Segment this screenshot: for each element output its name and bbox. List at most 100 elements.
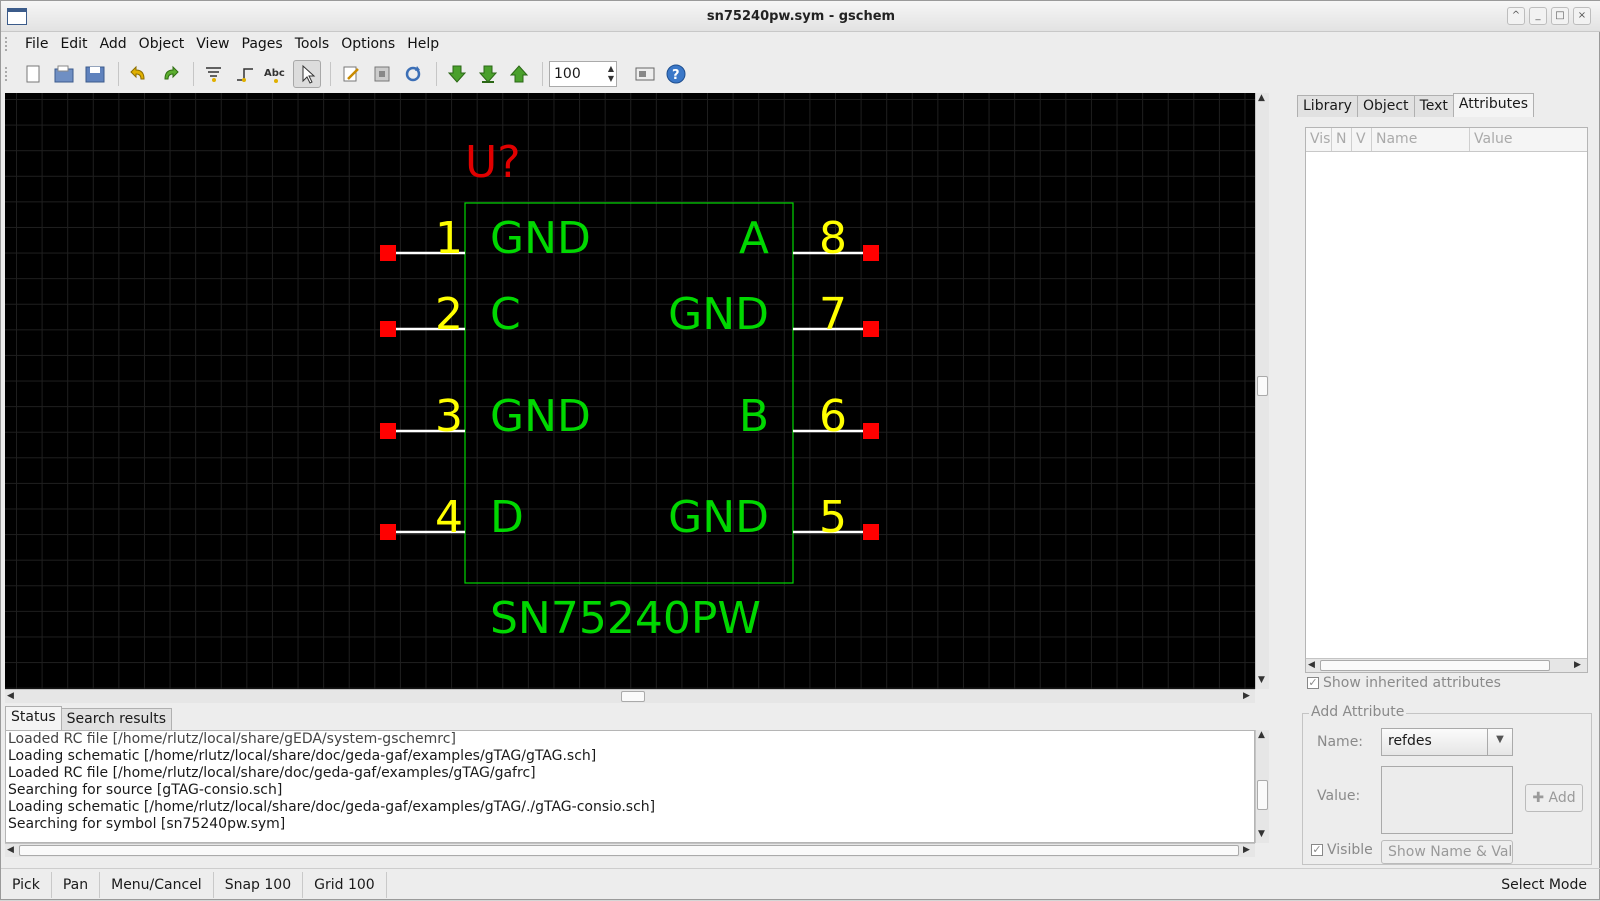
zoom-box-icon[interactable] bbox=[631, 60, 659, 88]
menu-help[interactable]: Help bbox=[401, 36, 445, 52]
scroll-left-icon[interactable]: ◀ bbox=[7, 845, 14, 855]
chevron-down-icon[interactable]: ▼ bbox=[1488, 729, 1512, 755]
open-file-icon[interactable] bbox=[50, 60, 78, 88]
attributes-table[interactable]: Vis N V Name Value ◀ ▶ bbox=[1305, 127, 1588, 673]
canvas-hscroll-thumb[interactable] bbox=[621, 691, 645, 702]
canvas-vscroll-thumb[interactable] bbox=[1257, 376, 1268, 396]
pin-8-number[interactable]: 8 bbox=[819, 213, 847, 264]
pin-6-name[interactable]: B bbox=[739, 391, 769, 442]
minimize-window-button[interactable]: _ bbox=[1529, 7, 1547, 25]
pin-3-endpoint[interactable] bbox=[380, 423, 396, 439]
col-header-value[interactable]: Value bbox=[1470, 128, 1587, 151]
attributes-horizontal-scrollbar[interactable]: ◀ ▶ bbox=[1306, 658, 1587, 672]
attributes-hscroll-thumb[interactable] bbox=[1320, 660, 1550, 671]
tab-attributes[interactable]: Attributes bbox=[1452, 93, 1535, 117]
pin-6-endpoint[interactable] bbox=[863, 423, 879, 439]
new-file-icon[interactable] bbox=[19, 60, 47, 88]
save-file-icon[interactable] bbox=[81, 60, 109, 88]
attribute-value-textarea[interactable] bbox=[1381, 766, 1513, 834]
pin-8-endpoint[interactable] bbox=[863, 245, 879, 261]
pin-7-number[interactable]: 7 bbox=[819, 289, 847, 340]
scroll-up-icon[interactable]: ▲ bbox=[1258, 730, 1265, 740]
menu-options[interactable]: Options bbox=[335, 36, 401, 52]
undo-icon[interactable] bbox=[125, 60, 153, 88]
pin-3-number[interactable]: 3 bbox=[435, 391, 463, 442]
menu-grip-handle[interactable] bbox=[5, 37, 9, 51]
help-icon[interactable]: ? bbox=[662, 60, 690, 88]
col-header-n[interactable]: N bbox=[1332, 128, 1352, 151]
zoom-spinbox[interactable]: 100 ▲ ▼ bbox=[549, 61, 617, 87]
close-window-button[interactable]: × bbox=[1573, 7, 1591, 25]
spin-arrows-icon[interactable]: ▲ ▼ bbox=[608, 64, 614, 84]
menu-object[interactable]: Object bbox=[133, 36, 191, 52]
log-horizontal-scrollbar[interactable]: ◀ ▶ bbox=[5, 843, 1255, 857]
pin-8-name[interactable]: A bbox=[739, 213, 769, 264]
tab-search-results[interactable]: Search results bbox=[60, 708, 173, 730]
scroll-right-icon[interactable]: ▶ bbox=[1243, 845, 1250, 855]
toolbar-grip-handle[interactable] bbox=[5, 67, 9, 81]
show-name-value-dropdown[interactable]: Show Name & Value bbox=[1381, 840, 1513, 864]
pin-2-endpoint[interactable] bbox=[380, 321, 396, 337]
tab-object[interactable]: Object bbox=[1356, 95, 1415, 117]
add-attribute-button[interactable]: ✚ Add bbox=[1525, 784, 1583, 812]
log-vertical-scrollbar[interactable]: ▲ ▼ bbox=[1255, 730, 1269, 843]
menu-add[interactable]: Add bbox=[94, 36, 133, 52]
scroll-down-icon[interactable]: ▼ bbox=[1258, 829, 1265, 839]
scroll-down-icon[interactable]: ▼ bbox=[1258, 675, 1265, 685]
schematic-canvas[interactable]: U? SN75240PW 1 GND 2 C 3 GND 4 D 8 A 7 G… bbox=[5, 93, 1255, 689]
redo-icon[interactable] bbox=[156, 60, 184, 88]
scroll-left-icon[interactable]: ◀ bbox=[7, 691, 14, 701]
pin-3-name[interactable]: GND bbox=[490, 391, 591, 442]
visible-checkbox[interactable]: ✓ Visible bbox=[1311, 842, 1373, 858]
menu-tools[interactable]: Tools bbox=[289, 36, 336, 52]
col-header-v[interactable]: V bbox=[1352, 128, 1372, 151]
status-log[interactable]: Loaded RC file [/home/rlutz/local/share/… bbox=[5, 730, 1255, 843]
pin-5-endpoint[interactable] bbox=[863, 524, 879, 540]
pin-4-name[interactable]: D bbox=[490, 492, 524, 543]
up-hierarchy-icon[interactable] bbox=[505, 60, 533, 88]
pin-4-number[interactable]: 4 bbox=[435, 492, 463, 543]
log-vscroll-thumb[interactable] bbox=[1257, 780, 1268, 810]
add-net-icon[interactable] bbox=[231, 60, 259, 88]
log-hscroll-thumb[interactable] bbox=[19, 845, 1239, 856]
pin-1-number[interactable]: 1 bbox=[435, 213, 463, 264]
scroll-right-icon[interactable]: ▶ bbox=[1243, 691, 1250, 701]
pin-2-name[interactable]: C bbox=[490, 289, 521, 340]
pin-4-endpoint[interactable] bbox=[380, 524, 396, 540]
pin-5-name[interactable]: GND bbox=[668, 492, 769, 543]
tab-text[interactable]: Text bbox=[1413, 95, 1454, 117]
pin-7-endpoint[interactable] bbox=[863, 321, 879, 337]
col-header-name[interactable]: Name bbox=[1372, 128, 1470, 151]
tab-status[interactable]: Status bbox=[5, 706, 62, 730]
refdes-label[interactable]: U? bbox=[465, 137, 521, 188]
add-text-icon[interactable]: Abc bbox=[262, 60, 290, 88]
down-schematic-icon[interactable] bbox=[443, 60, 471, 88]
select-pointer-icon[interactable] bbox=[293, 60, 321, 88]
rotate-refresh-icon[interactable] bbox=[399, 60, 427, 88]
pin-2-number[interactable]: 2 bbox=[435, 289, 463, 340]
hierarchy-icon[interactable] bbox=[368, 60, 396, 88]
scroll-right-icon[interactable]: ▶ bbox=[1574, 660, 1581, 670]
tab-library[interactable]: Library bbox=[1297, 95, 1358, 117]
canvas-vertical-scrollbar[interactable]: ▲ ▼ bbox=[1255, 93, 1269, 689]
pin-6-number[interactable]: 6 bbox=[819, 391, 847, 442]
attribute-name-combobox[interactable]: refdes ▼ bbox=[1381, 728, 1513, 756]
down-symbol-icon[interactable] bbox=[474, 60, 502, 88]
menu-file[interactable]: File bbox=[19, 36, 54, 52]
pin-5-number[interactable]: 5 bbox=[819, 492, 847, 543]
pin-1-endpoint[interactable] bbox=[380, 245, 396, 261]
menu-pages[interactable]: Pages bbox=[236, 36, 289, 52]
add-component-icon[interactable] bbox=[200, 60, 228, 88]
col-header-vis[interactable]: Vis bbox=[1306, 128, 1332, 151]
maximize-window-button[interactable]: □ bbox=[1551, 7, 1569, 25]
show-inherited-checkbox[interactable]: ✓ Show inherited attributes bbox=[1307, 675, 1501, 691]
pin-1-name[interactable]: GND bbox=[490, 213, 591, 264]
scroll-left-icon[interactable]: ◀ bbox=[1308, 660, 1315, 670]
shade-window-button[interactable]: ^ bbox=[1507, 7, 1525, 25]
scroll-up-icon[interactable]: ▲ bbox=[1258, 93, 1265, 103]
pin-7-name[interactable]: GND bbox=[668, 289, 769, 340]
menu-edit[interactable]: Edit bbox=[54, 36, 93, 52]
canvas-horizontal-scrollbar[interactable]: ◀ ▶ bbox=[5, 689, 1255, 703]
device-label[interactable]: SN75240PW bbox=[490, 593, 761, 644]
edit-icon[interactable] bbox=[337, 60, 365, 88]
